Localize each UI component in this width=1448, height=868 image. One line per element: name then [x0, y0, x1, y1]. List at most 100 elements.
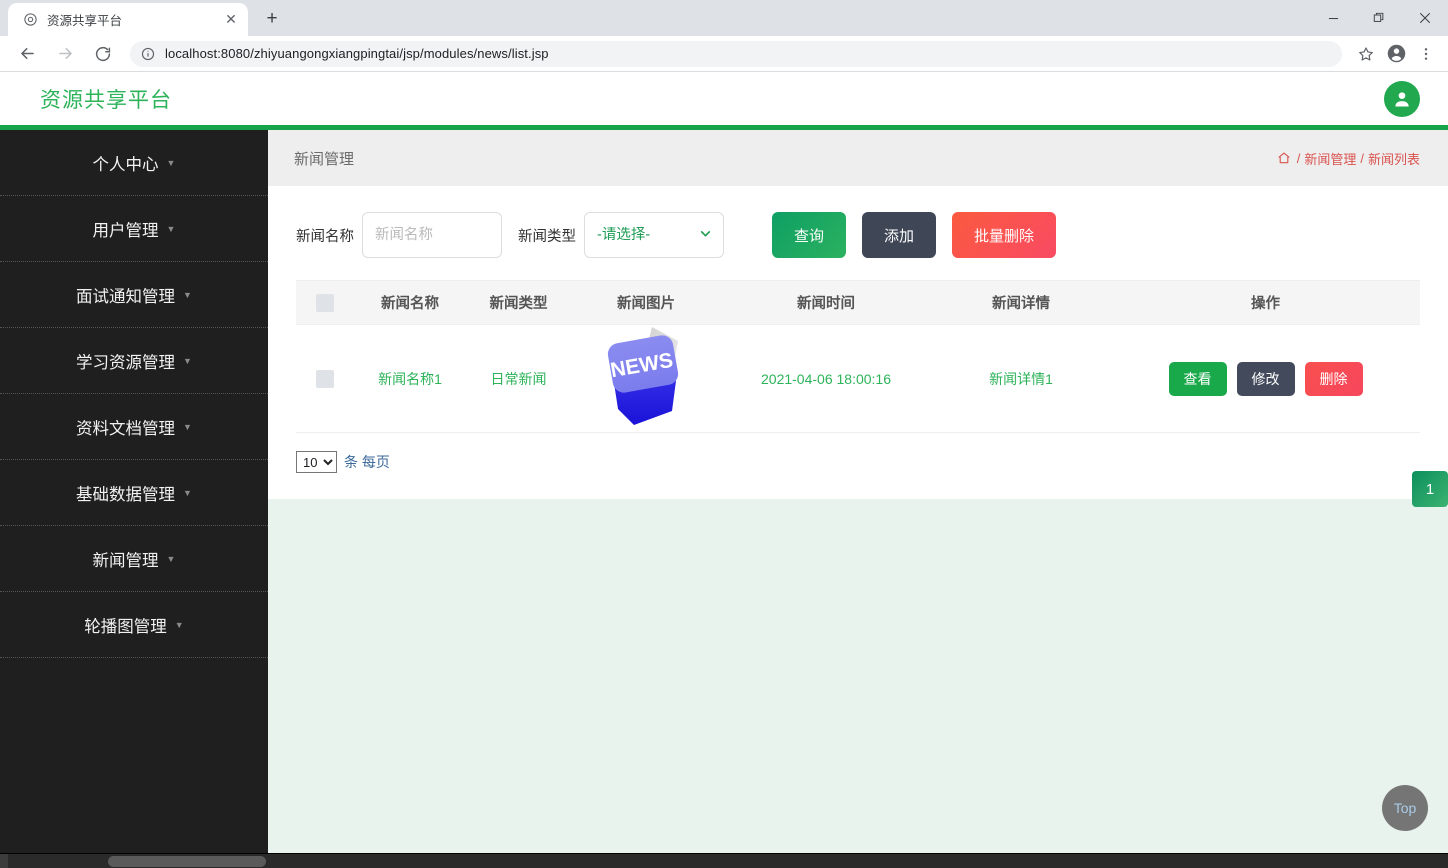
new-tab-button[interactable]: +: [258, 5, 286, 33]
batch-delete-button[interactable]: 批量删除: [952, 212, 1057, 258]
search-button[interactable]: 查询: [772, 212, 847, 258]
app-header: 资源共享平台: [0, 72, 1448, 130]
sidebar-item-interview-notice-management[interactable]: 面试通知管理 ▼: [0, 262, 268, 328]
sidebar: 个人中心 ▼ 用户管理 ▼ 面试通知管理 ▼ 学习资源管理 ▼ 资料文档管理 ▼…: [0, 130, 268, 853]
cell-actions: 查看 修改 删除: [1111, 324, 1420, 433]
close-window-icon[interactable]: [1402, 0, 1448, 36]
news-name-input[interactable]: [362, 212, 502, 258]
chevron-down-icon: ▼: [166, 554, 176, 564]
breadcrumb-separator: /: [1296, 150, 1301, 166]
breadcrumb-bar: 新闻管理 / 新闻管理 / 新闻列表: [268, 130, 1448, 186]
browser-toolbar: localhost:8080/zhiyuangongxiangpingtai/j…: [0, 36, 1448, 72]
scroll-to-top-button[interactable]: Top: [1382, 785, 1428, 831]
sidebar-item-base-data-management[interactable]: 基础数据管理 ▼: [0, 460, 268, 526]
news-type-select[interactable]: -请选择-: [584, 212, 724, 258]
three-dots-menu-icon[interactable]: [1412, 40, 1440, 68]
news-table-wrapper: 新闻名称 新闻类型 新闻图片 新闻时间 新闻详情 操作 新闻名称1 日常新闻 N…: [296, 280, 1420, 433]
minimize-icon[interactable]: [1310, 0, 1356, 36]
chevron-down-icon: ▼: [166, 158, 176, 168]
body-area: 个人中心 ▼ 用户管理 ▼ 面试通知管理 ▼ 学习资源管理 ▼ 资料文档管理 ▼…: [0, 130, 1448, 853]
back-icon[interactable]: [12, 39, 42, 69]
table-row: 新闻名称1 日常新闻 NEWS 2021-04-06 18:00:16 新闻详情…: [296, 324, 1420, 433]
scrollbar-track-left: [0, 854, 8, 868]
sidebar-item-news-management[interactable]: 新闻管理 ▼: [0, 526, 268, 592]
page-number-1[interactable]: 1: [1412, 471, 1448, 507]
account-circle-icon[interactable]: [1382, 40, 1410, 68]
sidebar-item-label: 用户管理: [92, 221, 159, 240]
column-header-image: 新闻图片: [571, 280, 721, 325]
add-button[interactable]: 添加: [862, 212, 937, 258]
content-card: 新闻名称 新闻类型 -请选择-: [268, 186, 1448, 507]
sidebar-item-learning-resource-management[interactable]: 学习资源管理 ▼: [0, 328, 268, 394]
sidebar-item-carousel-management[interactable]: 轮播图管理 ▼: [0, 592, 268, 658]
row-action-buttons: 查看 修改 删除: [1111, 361, 1420, 396]
home-icon[interactable]: [1277, 151, 1291, 165]
view-button[interactable]: 查看: [1168, 361, 1227, 396]
per-page-label: 条 每页: [344, 454, 390, 470]
cell-news-type: 日常新闻: [466, 324, 571, 433]
sidebar-item-document-management[interactable]: 资料文档管理 ▼: [0, 394, 268, 460]
breadcrumb-current-news-list: 新闻列表: [1367, 151, 1420, 167]
news-type-label: 新闻类型: [518, 228, 576, 245]
row-checkbox[interactable]: [316, 369, 334, 388]
url-text: localhost:8080/zhiyuangongxiangpingtai/j…: [165, 46, 549, 61]
row-checkbox-cell: [296, 324, 354, 433]
news-type-select-wrapper: -请选择-: [584, 212, 724, 258]
maximize-restore-icon[interactable]: [1356, 0, 1402, 36]
forward-icon[interactable]: [50, 39, 80, 69]
main-content: 新闻管理 / 新闻管理 / 新闻列表 新闻名称 新闻名称 新闻类型 -请选择- …: [268, 130, 1448, 853]
sidebar-item-label: 新闻管理: [92, 551, 159, 570]
news-table: 新闻名称 新闻类型 新闻图片 新闻时间 新闻详情 操作 新闻名称1 日常新闻 N…: [296, 280, 1420, 433]
chevron-down-icon: ▼: [174, 620, 184, 630]
address-bar[interactable]: localhost:8080/zhiyuangongxiangpingtai/j…: [130, 40, 1342, 67]
star-icon[interactable]: [1352, 40, 1380, 68]
cell-news-name[interactable]: 新闻名称1: [354, 324, 466, 433]
sidebar-item-label: 面试通知管理: [76, 287, 176, 306]
globe-icon: [22, 12, 38, 28]
browser-tab[interactable]: 资源共享平台 ✕: [8, 3, 248, 36]
cell-news-detail[interactable]: 新闻详情1: [931, 324, 1111, 433]
edit-button[interactable]: 修改: [1236, 361, 1295, 396]
page-title: 新闻管理: [294, 150, 355, 168]
page-viewport: 资源共享平台 个人中心 ▼ 用户管理 ▼ 面试通知管理 ▼ 学习资源管理 ▼ 资…: [0, 72, 1448, 868]
column-header-detail: 新闻详情: [931, 280, 1111, 325]
sidebar-item-label: 基础数据管理: [76, 485, 176, 504]
sidebar-item-label: 资料文档管理: [76, 419, 176, 438]
select-all-header: [296, 280, 354, 325]
table-body: 新闻名称1 日常新闻 NEWS 2021-04-06 18:00:16 新闻详情…: [296, 324, 1420, 433]
chevron-down-icon: ▼: [183, 422, 192, 432]
sidebar-item-personal-center[interactable]: 个人中心 ▼: [0, 130, 268, 196]
breadcrumb: / 新闻管理 / 新闻列表: [1277, 149, 1420, 168]
sidebar-item-user-management[interactable]: 用户管理 ▼: [0, 196, 268, 262]
chevron-down-icon: ▼: [183, 290, 192, 300]
cell-news-image: NEWS: [571, 324, 721, 433]
sidebar-item-label: 学习资源管理: [76, 353, 176, 372]
sidebar-item-label: 轮播图管理: [84, 617, 167, 636]
table-header-row: 新闻名称 新闻类型 新闻图片 新闻时间 新闻详情 操作: [296, 280, 1420, 325]
column-header-time: 新闻时间: [721, 280, 931, 325]
close-icon[interactable]: ✕: [222, 11, 240, 29]
chevron-down-icon: ▼: [183, 488, 192, 498]
avatar[interactable]: [1384, 80, 1420, 117]
delete-button[interactable]: 删除: [1304, 361, 1363, 396]
breadcrumb-link-news-management[interactable]: 新闻管理: [1304, 149, 1356, 168]
scrollbar-thumb[interactable]: [108, 856, 266, 867]
column-header-name: 新闻名称: [354, 280, 466, 325]
reload-icon[interactable]: [88, 39, 118, 69]
sidebar-item-label: 个人中心: [92, 155, 159, 174]
news-name-label: 新闻名称: [296, 228, 354, 245]
news-thumbnail-image[interactable]: NEWS: [594, 325, 698, 429]
tab-strip: 资源共享平台 ✕ +: [0, 0, 1448, 36]
cell-news-time: 2021-04-06 18:00:16: [721, 324, 931, 433]
window-controls: [1310, 0, 1448, 36]
horizontal-scrollbar[interactable]: [0, 853, 1448, 868]
column-header-actions: 操作: [1111, 280, 1420, 325]
tab-title: 资源共享平台: [47, 14, 123, 28]
page-size-select[interactable]: 10: [296, 451, 337, 473]
table-head: 新闻名称 新闻类型 新闻图片 新闻时间 新闻详情 操作: [296, 280, 1420, 325]
info-circle-icon[interactable]: [140, 46, 156, 62]
select-all-checkbox[interactable]: [316, 293, 334, 312]
pagination-bar: 10 条 每页 1: [268, 433, 1448, 507]
chevron-down-icon: ▼: [166, 224, 176, 234]
column-header-type: 新闻类型: [466, 280, 571, 325]
